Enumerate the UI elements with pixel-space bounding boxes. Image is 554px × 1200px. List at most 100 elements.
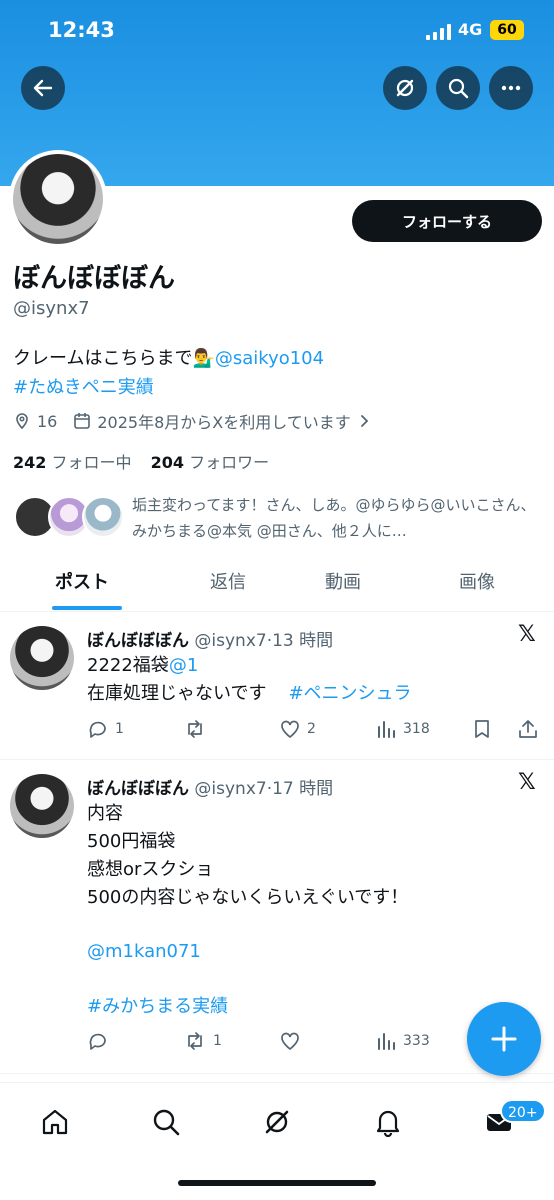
post-avatar[interactable] <box>10 774 74 838</box>
reply-icon <box>89 721 106 738</box>
more-icon <box>501 85 521 91</box>
followers-count: 204 <box>150 453 185 472</box>
heart-icon <box>281 720 299 739</box>
calendar-icon <box>74 413 91 429</box>
location-pin-icon <box>16 413 28 430</box>
post-header: ぼんぼぼぼん @isynx7·13 時間 <box>87 626 333 651</box>
post-mention-link[interactable]: @1 <box>169 655 198 676</box>
post-text-line: 2222福袋 <box>87 655 169 676</box>
post-author-name: ぼんぼぼぼん <box>87 631 189 651</box>
follow-button[interactable]: フォローする <box>352 200 542 242</box>
search-icon <box>153 1109 180 1136</box>
home-icon <box>42 1109 68 1135</box>
bio-mention-link[interactable]: @saikyo104 <box>215 348 324 369</box>
nav-home[interactable] <box>38 1105 72 1139</box>
more-button[interactable] <box>489 66 533 110</box>
post-actions: 1 2 318 <box>87 718 547 744</box>
reply-button[interactable]: 1 <box>87 718 124 740</box>
bookmark-button[interactable] <box>471 718 493 740</box>
post-header: ぼんぼぼぼん @isynx7·17 時間 <box>87 774 333 799</box>
search-icon <box>448 78 469 99</box>
heart-icon <box>281 1032 299 1051</box>
post-text: 2222福袋@1 <box>87 652 198 680</box>
arrow-left-icon <box>33 79 53 97</box>
status-bar: 12:43 4G 60 <box>0 14 554 48</box>
chevron-right-icon[interactable] <box>357 414 371 428</box>
followers-label: フォロワー <box>189 453 270 472</box>
post-text: 在庫処理じゃないです #ペニンシュラ <box>87 680 412 708</box>
search-button[interactable] <box>436 66 480 110</box>
followers-link[interactable]: 204 フォロワー <box>151 453 270 472</box>
share-button[interactable] <box>517 718 539 740</box>
view-count: 318 <box>403 721 430 737</box>
following-link[interactable]: 242 フォロー中 <box>13 453 132 472</box>
view-count: 333 <box>403 1033 430 1049</box>
follower-avatar <box>82 496 124 538</box>
post-item[interactable]: ぼんぼぼぼん @isynx7·13 時間 𝕏 2222福袋@1 在庫処理じゃない… <box>0 612 554 760</box>
post-avatar[interactable] <box>10 626 74 690</box>
bio-line-1: クレームはこちらまで💁‍♂️@saikyo104 <box>13 344 324 370</box>
reply-count: 1 <box>115 721 124 737</box>
like-count: 2 <box>307 721 316 737</box>
display-name: ぼんぼぼぼん <box>13 263 175 294</box>
network-type: 4G <box>458 20 483 39</box>
repost-icon <box>188 1032 202 1050</box>
profile-tabs: ポスト 返信 動画 画像 <box>0 560 554 612</box>
active-tab-indicator <box>52 606 122 610</box>
post-text-line: 在庫処理じゃないです <box>87 683 267 704</box>
post-hashtag-link[interactable]: #みかちまる実績 <box>87 993 228 1021</box>
messages-badge: 20+ <box>500 1099 546 1123</box>
bookmark-icon <box>475 720 489 738</box>
signal-icon <box>426 24 451 40</box>
post-text: 内容 500円福袋 感想orスクショ 500の内容じゃないくらいえぐいです！ <box>87 803 409 908</box>
grok-icon <box>265 1110 289 1134</box>
compose-button[interactable] <box>467 1002 541 1076</box>
tab-videos[interactable]: 動画 <box>325 568 361 594</box>
x-logo-icon: 𝕏 <box>518 770 536 795</box>
profile-meta: 16 2025年8月からXを利用しています <box>13 409 371 433</box>
plus-icon <box>491 1026 517 1052</box>
post-meta: @isynx7·17 時間 <box>194 779 334 799</box>
views-icon <box>378 721 395 738</box>
followed-by-avatars[interactable] <box>14 496 124 540</box>
x-logo-icon: 𝕏 <box>518 622 536 647</box>
bio-line-2: #たぬきペニ実績 <box>13 373 154 399</box>
nav-search[interactable] <box>149 1105 183 1139</box>
nav-grok[interactable] <box>260 1105 294 1139</box>
repost-count: 1 <box>213 1033 222 1049</box>
joined-date: 2025年8月からXを利用しています <box>97 413 351 432</box>
followed-by-text[interactable]: 垢主変わってます！さん、しあ。@ゆらゆら@いいこさん、みかちまる@本気 @田さん… <box>132 492 544 544</box>
reply-icon <box>89 1033 106 1050</box>
following-label: フォロー中 <box>51 453 132 472</box>
views-button[interactable]: 318 <box>375 718 430 740</box>
location-text: 16 <box>37 411 58 431</box>
home-indicator[interactable] <box>178 1180 376 1186</box>
like-button[interactable]: 2 <box>279 718 316 740</box>
user-handle: @isynx7 <box>13 298 90 319</box>
views-button[interactable]: 333 <box>375 1030 430 1052</box>
repost-button[interactable]: 1 <box>183 1030 222 1052</box>
repost-button[interactable] <box>183 718 213 740</box>
post-meta: @isynx7·13 時間 <box>194 631 334 651</box>
bell-icon <box>376 1110 400 1137</box>
share-icon <box>519 720 537 738</box>
bio-hashtag-link[interactable]: #たぬきペニ実績 <box>13 377 154 398</box>
like-button[interactable] <box>279 1030 307 1052</box>
profile-avatar[interactable] <box>9 150 107 248</box>
reply-button[interactable] <box>87 1030 115 1052</box>
following-count: 242 <box>13 453 47 472</box>
nav-notifications[interactable] <box>371 1105 405 1139</box>
views-icon <box>378 1033 395 1050</box>
post-hashtag-link[interactable]: #ペニンシュラ <box>288 683 411 704</box>
grok-icon <box>396 79 414 97</box>
post-author-name: ぼんぼぼぼん <box>87 779 189 799</box>
status-time: 12:43 <box>48 18 115 42</box>
back-button[interactable] <box>21 66 65 110</box>
tab-images[interactable]: 画像 <box>459 568 495 594</box>
grok-button[interactable] <box>383 66 427 110</box>
tab-replies[interactable]: 返信 <box>210 568 246 594</box>
repost-icon <box>188 720 202 738</box>
bio-text: クレームはこちらまで💁‍♂️ <box>13 348 215 369</box>
tab-posts[interactable]: ポスト <box>55 568 109 594</box>
post-mention-link[interactable]: @m1kan071 <box>87 938 201 966</box>
